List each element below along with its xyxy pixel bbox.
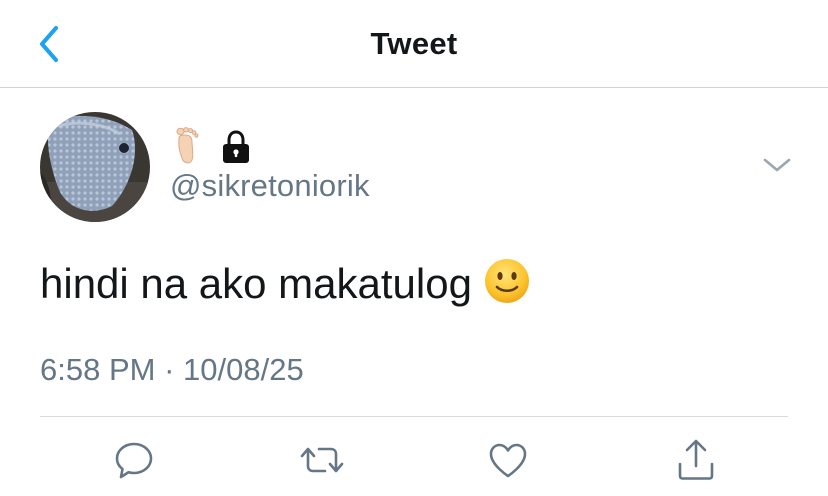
share-button[interactable] [672,436,720,484]
reply-button[interactable] [110,436,158,484]
page-title: Tweet [370,26,458,61]
like-button[interactable] [484,436,532,484]
timestamp-separator: · [164,352,175,387]
tweet-text: hindi na ako makatulog [40,260,472,307]
reply-icon [115,442,153,479]
avatar[interactable] [40,112,150,222]
avatar-photo [40,112,150,222]
divider [40,416,788,417]
lock-icon [223,130,249,163]
slightly-smiling-face-icon [484,259,529,303]
retweet-icon [300,447,344,473]
tweet-date: 10/08/25 [183,352,304,387]
chevron-down-icon [763,158,791,172]
barefoot-icon [176,127,199,164]
tweet-body: hindi na ako makatulog [40,258,530,308]
navigation-bar: Tweet [0,0,828,88]
retweet-button[interactable] [298,436,346,484]
like-icon [489,443,527,478]
tweet-time: 6:58 PM [40,352,156,387]
tweet-options-button[interactable] [760,152,794,178]
share-icon [678,439,714,480]
tweet-timestamp: 6:58 PM · 10/08/25 [40,352,304,388]
user-handle[interactable]: @sikretoniorik [170,168,370,204]
